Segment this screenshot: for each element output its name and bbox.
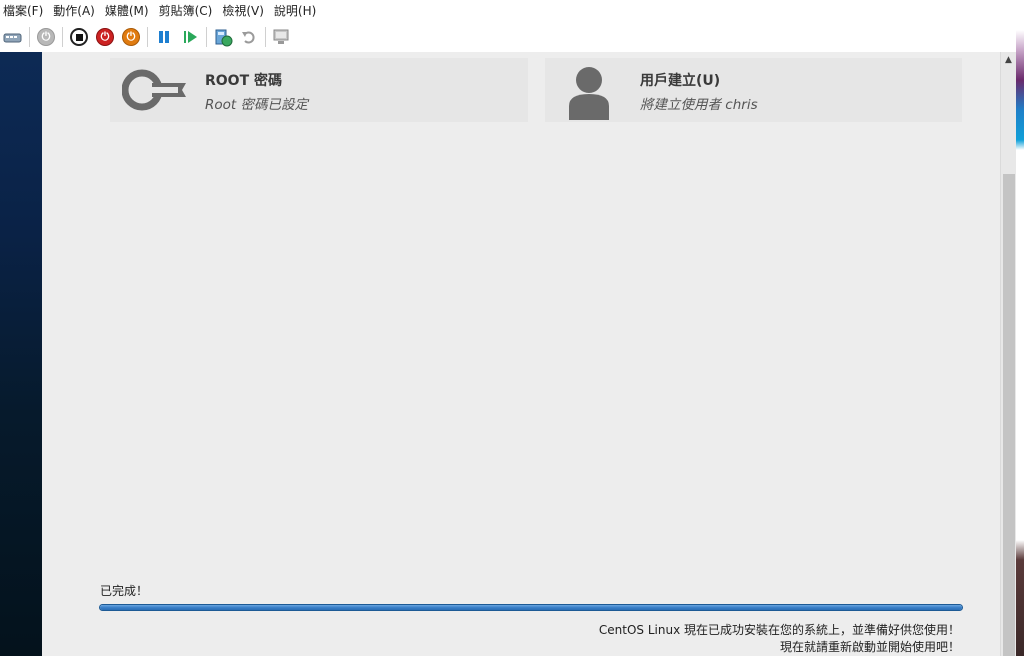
install-progress-fill — [100, 605, 962, 610]
key-icon — [121, 66, 192, 114]
menu-file[interactable]: 檔案(F) — [0, 0, 48, 22]
installer-window: ROOT 密碼 Root 密碼已設定 用戶建立(U) 將建立使用者 chris … — [42, 52, 1000, 656]
vm-background-left — [0, 52, 42, 656]
toolbar-separator — [206, 27, 207, 47]
user-creation-spoke[interactable]: 用戶建立(U) 將建立使用者 chris — [545, 58, 962, 122]
menu-help[interactable]: 說明(H) — [269, 0, 321, 22]
resume-icon[interactable] — [179, 26, 201, 48]
vertical-scrollbar[interactable]: ▲ — [1000, 52, 1016, 656]
toolbar: ⏻ ⏻ ⏻ — [0, 22, 1016, 52]
menu-bar: 檔案(F) 動作(A) 媒體(M) 剪貼簿(C) 檢視(V) 說明(H) — [0, 0, 1016, 22]
menu-view[interactable]: 檢視(V) — [217, 0, 269, 22]
ctrl-alt-del-icon[interactable] — [2, 26, 24, 48]
enhanced-session-icon[interactable] — [271, 26, 293, 48]
completion-label: 已完成！ — [100, 584, 149, 598]
root-password-spoke[interactable]: ROOT 密碼 Root 密碼已設定 — [110, 58, 528, 122]
completion-message-line2: 現在就請重新啟動並開始使用吧！ — [779, 640, 960, 654]
menu-media[interactable]: 媒體(M) — [100, 0, 154, 22]
user-creation-status: 將建立使用者 chris — [640, 97, 758, 113]
host-desktop-strip — [1016, 0, 1024, 656]
pause-icon[interactable] — [153, 26, 175, 48]
turn-off-icon[interactable] — [68, 26, 90, 48]
scrollbar-thumb[interactable] — [1003, 174, 1015, 656]
checkpoint-icon[interactable] — [212, 26, 234, 48]
toolbar-separator — [265, 27, 266, 47]
toolbar-separator — [62, 27, 63, 47]
menu-clipboard[interactable]: 剪貼簿(C) — [154, 0, 218, 22]
scroll-up-arrow-icon[interactable]: ▲ — [1001, 52, 1016, 68]
root-password-title: ROOT 密碼 — [205, 73, 283, 89]
shutdown-icon[interactable]: ⏻ — [94, 26, 116, 48]
toolbar-separator — [147, 27, 148, 47]
power-on-icon[interactable]: ⏻ — [35, 26, 57, 48]
toolbar-separator — [29, 27, 30, 47]
user-creation-title: 用戶建立(U) — [640, 73, 721, 89]
install-progress-bar — [99, 604, 963, 611]
revert-icon[interactable] — [238, 26, 260, 48]
reset-icon[interactable]: ⏻ — [120, 26, 142, 48]
root-password-status: Root 密碼已設定 — [205, 97, 308, 113]
user-icon — [557, 66, 627, 120]
menu-action[interactable]: 動作(A) — [48, 0, 100, 22]
completion-message-line1: CentOS Linux 現在已成功安裝在您的系統上，並準備好供您使用！ — [598, 623, 960, 637]
